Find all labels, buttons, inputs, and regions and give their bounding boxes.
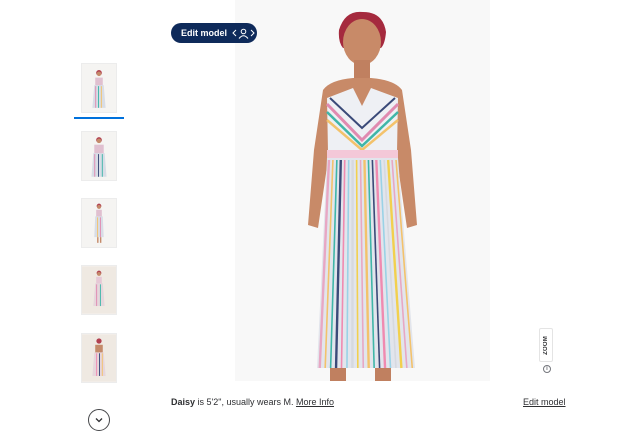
thumbnail-image [82, 334, 116, 382]
model-size-text: is 5'2", usually wears M. [195, 397, 296, 407]
thumbnail-image [94, 203, 104, 243]
edit-model-link[interactable]: Edit model [523, 397, 566, 407]
thumbnail-image [91, 137, 107, 177]
chevron-down-icon [95, 418, 103, 423]
model-photo [235, 0, 490, 381]
model-size-caption: Daisy is 5'2", usually wears M. More Inf… [171, 397, 334, 407]
selected-thumbnail-indicator [74, 117, 124, 119]
thumbnail-1[interactable] [81, 63, 117, 113]
model-switch-icon [232, 28, 255, 39]
thumbnail-5[interactable] [81, 333, 117, 383]
thumbnail-2[interactable] [81, 131, 117, 181]
model-name: Daisy [171, 397, 196, 407]
edit-model-pill-label: Edit model [181, 28, 228, 38]
edit-model-pill-button[interactable]: Edit model [171, 23, 257, 43]
zoom-button[interactable]: ZOOM [539, 328, 553, 362]
info-icon[interactable]: i [543, 365, 551, 373]
more-info-link[interactable]: More Info [296, 397, 334, 407]
thumbnail-3[interactable] [81, 198, 117, 248]
main-product-image[interactable] [235, 0, 490, 381]
more-thumbnails-button[interactable] [88, 409, 110, 431]
thumbnail-image [82, 266, 116, 314]
thumbnail-4[interactable] [81, 265, 117, 315]
zoom-label: ZOOM [543, 335, 549, 355]
thumbnail-image [92, 70, 106, 108]
